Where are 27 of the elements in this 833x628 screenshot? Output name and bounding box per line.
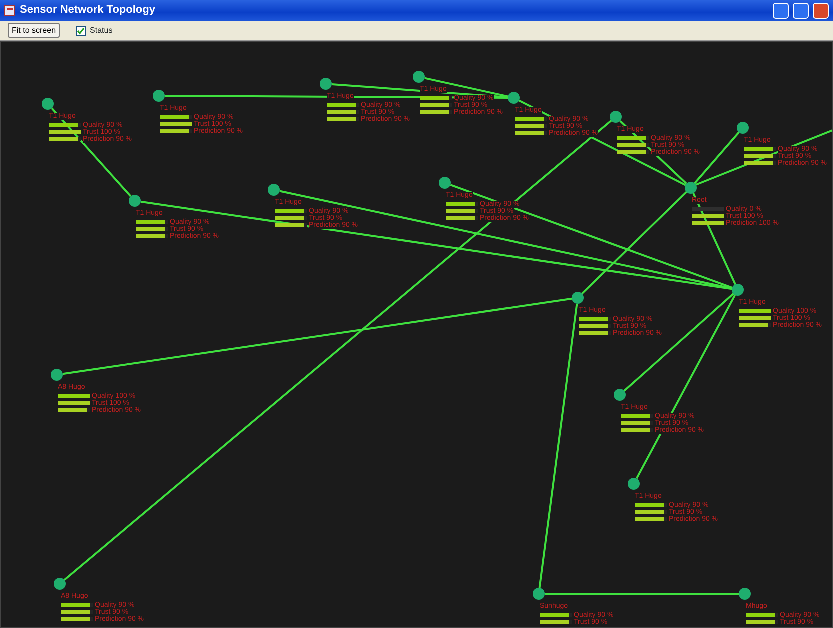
sensor-node[interactable] — [439, 177, 451, 189]
sensor-node[interactable] — [153, 90, 165, 102]
sensor-node[interactable] — [685, 182, 697, 194]
sensor-node[interactable] — [268, 184, 280, 196]
sensor-node[interactable] — [51, 369, 63, 381]
fit-to-screen-button[interactable]: Fit to screen — [8, 23, 60, 38]
maximize-button[interactable] — [793, 2, 809, 18]
window-title: Sensor Network Topology — [20, 3, 156, 18]
sensor-node[interactable] — [54, 578, 66, 590]
sensor-node[interactable] — [628, 478, 640, 490]
sensor-node[interactable] — [739, 588, 751, 600]
sensor-node[interactable] — [737, 122, 749, 134]
sensor-node[interactable] — [533, 588, 545, 600]
sensor-node[interactable] — [610, 111, 622, 123]
sensor-node[interactable] — [320, 78, 332, 90]
sensor-node[interactable] — [732, 284, 744, 296]
sensor-node[interactable] — [572, 292, 584, 304]
sensor-node[interactable] — [508, 92, 520, 104]
close-button[interactable] — [813, 2, 829, 18]
status-checkbox[interactable] — [76, 26, 86, 36]
sensor-node[interactable] — [413, 71, 425, 83]
app-icon — [4, 4, 16, 16]
minimize-button[interactable] — [773, 2, 789, 18]
status-label: Status — [90, 24, 113, 36]
sensor-node[interactable] — [42, 98, 54, 110]
sensor-node[interactable] — [614, 389, 626, 401]
sensor-node[interactable] — [129, 195, 141, 207]
